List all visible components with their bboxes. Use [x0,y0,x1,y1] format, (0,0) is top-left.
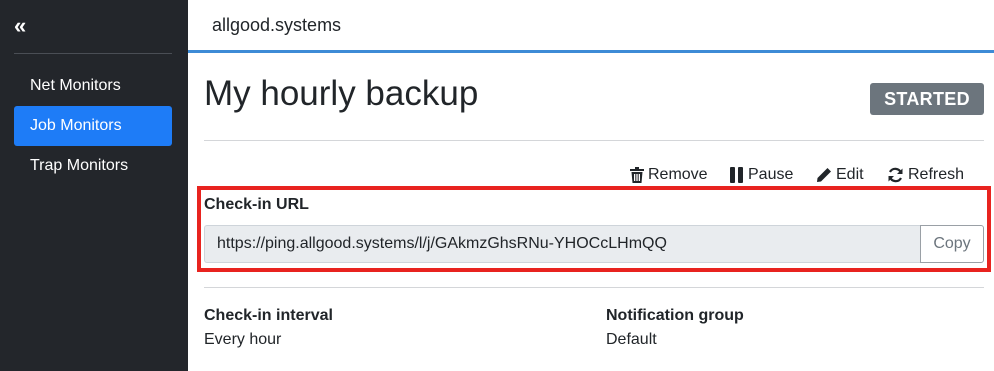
pause-label: Pause [748,166,794,183]
notification-group-value: Default [606,331,657,348]
remove-label: Remove [648,166,708,183]
sidebar-divider [14,53,172,54]
sidebar: « Net Monitors Job Monitors Trap Monitor… [0,0,188,371]
refresh-button[interactable]: Refresh [887,164,964,186]
notification-group-label: Notification group [606,307,744,324]
site-title: allgood.systems [212,15,342,35]
checkin-url-label: Check-in URL [204,196,309,213]
page-title: My hourly backup [204,74,479,113]
edit-button[interactable]: Edit [816,164,864,186]
refresh-icon [887,167,904,183]
collapse-sidebar-icon[interactable]: « [14,14,26,38]
pencil-icon [816,167,832,183]
divider [204,287,984,288]
remove-button[interactable]: Remove [630,164,708,186]
top-bar: allgood.systems [188,0,994,53]
pause-icon [730,167,744,183]
pause-button[interactable]: Pause [730,164,793,186]
checkin-interval-label: Check-in interval [204,307,333,324]
sidebar-item-trap-monitors[interactable]: Trap Monitors [14,146,172,186]
edit-label: Edit [836,166,864,183]
checkin-url-field[interactable]: https://ping.allgood.systems/l/j/GAkmzGh… [204,225,921,263]
trash-icon [630,167,644,183]
sidebar-item-net-monitors[interactable]: Net Monitors [14,66,172,106]
status-badge: STARTED [870,83,984,115]
divider [204,140,984,141]
sidebar-item-job-monitors[interactable]: Job Monitors [14,106,172,146]
checkin-interval-value: Every hour [204,331,282,348]
copy-button[interactable]: Copy [920,225,984,263]
refresh-label: Refresh [908,166,965,183]
